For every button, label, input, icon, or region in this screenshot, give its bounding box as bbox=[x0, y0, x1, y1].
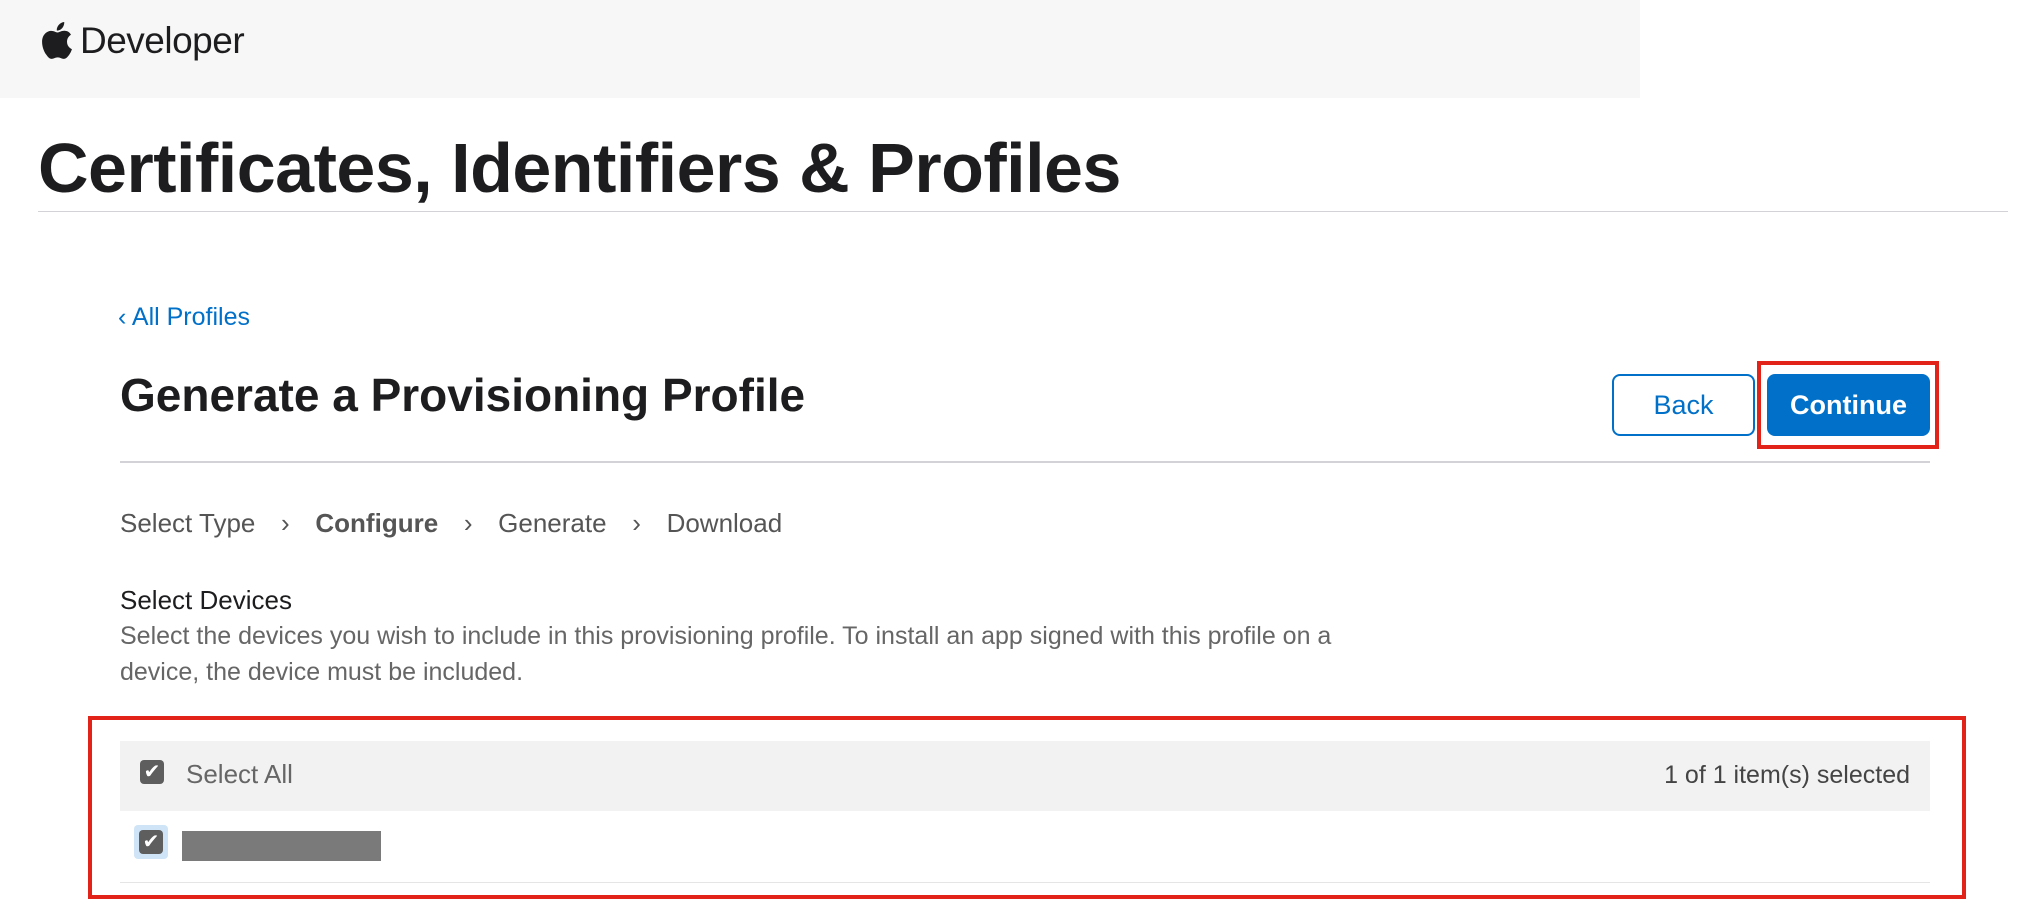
check-icon: ✔ bbox=[142, 831, 160, 853]
check-icon: ✔ bbox=[143, 761, 161, 783]
step-select-type: Select Type bbox=[120, 508, 256, 538]
step-download: Download bbox=[666, 508, 783, 538]
section-title: Generate a Provisioning Profile bbox=[120, 369, 806, 421]
back-button[interactable]: Back bbox=[1612, 374, 1755, 436]
device-checkbox-focus[interactable]: ✔ bbox=[134, 825, 168, 859]
device-checkbox[interactable]: ✔ bbox=[139, 830, 163, 854]
device-list-header: ✔ Select All 1 of 1 item(s) selected bbox=[120, 741, 1930, 811]
select-all-checkbox[interactable]: ✔ bbox=[140, 760, 164, 784]
section-divider bbox=[120, 461, 1930, 463]
selection-count: 1 of 1 item(s) selected bbox=[1664, 761, 1910, 789]
chevron-right-icon: › bbox=[281, 508, 290, 538]
continue-highlight-box bbox=[1757, 361, 1939, 449]
select-all-label[interactable]: Select All bbox=[186, 759, 293, 790]
chevron-right-icon: › bbox=[463, 508, 473, 538]
device-name-redacted bbox=[182, 831, 381, 861]
all-profiles-link[interactable]: ‹ All Profiles bbox=[118, 303, 250, 332]
device-row[interactable]: ✔ bbox=[120, 815, 1930, 883]
top-bar: Developer bbox=[0, 0, 1640, 98]
select-devices-description: Select the devices you wish to include i… bbox=[120, 622, 1332, 686]
step-generate: Generate bbox=[498, 508, 607, 538]
select-devices-heading: Select Devices bbox=[120, 585, 292, 615]
page-title: Certificates, Identifiers & Profiles bbox=[38, 129, 1121, 207]
chevron-right-icon: › bbox=[632, 508, 641, 538]
title-divider bbox=[38, 211, 2008, 212]
step-configure: Configure bbox=[315, 508, 439, 538]
brand-name: Developer bbox=[80, 20, 245, 61]
step-indicator: Select Type › Configure › Generate › Dow… bbox=[120, 508, 782, 539]
apple-logo bbox=[42, 22, 72, 59]
brand[interactable]: Developer bbox=[40, 20, 245, 62]
